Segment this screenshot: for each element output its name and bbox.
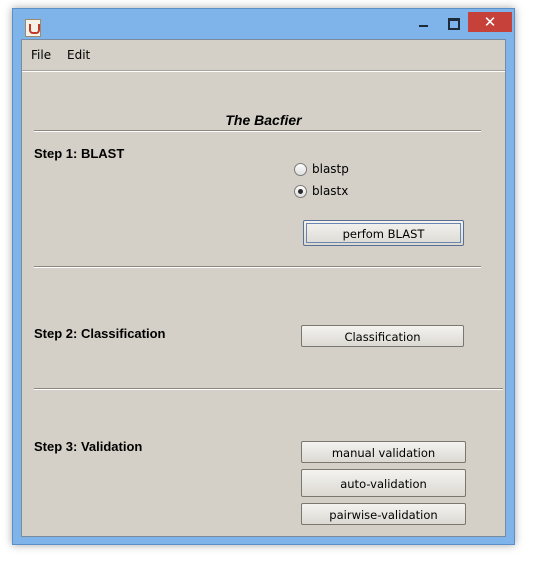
auto-validation-button[interactable]: auto-validation — [301, 469, 466, 497]
classification-button[interactable]: Classification — [301, 325, 464, 347]
pairwise-validation-button[interactable]: pairwise-validation — [301, 503, 466, 525]
menu-edit[interactable]: Edit — [67, 48, 90, 62]
step2-label: Step 2: Classification — [34, 326, 166, 341]
maximize-button[interactable] — [440, 13, 467, 33]
title-bar[interactable]: ✕ — [13, 9, 514, 39]
separator-top — [34, 130, 481, 132]
manual-validation-button[interactable]: manual validation — [301, 441, 466, 463]
radio-blastx-circle[interactable] — [294, 185, 307, 198]
main-panel: The Bacfier Step 1: BLAST blastp blastx … — [22, 71, 505, 536]
radio-blastp-label: blastp — [312, 162, 349, 176]
step1-label: Step 1: BLAST — [34, 146, 125, 161]
minimize-button[interactable] — [410, 13, 437, 33]
step3-label: Step 3: Validation — [34, 439, 143, 454]
client-area: File Edit The Bacfier Step 1: BLAST blas… — [21, 39, 506, 537]
separator-2 — [34, 388, 503, 390]
separator-1 — [34, 266, 481, 268]
perform-blast-button[interactable]: perfom BLAST — [303, 220, 464, 246]
menu-bar: File Edit — [22, 40, 505, 71]
app-window: ✕ File Edit The Bacfier Step 1: BLAST bl… — [12, 8, 515, 545]
menu-file[interactable]: File — [31, 48, 51, 62]
radio-blastx-label: blastx — [312, 184, 349, 198]
close-button[interactable]: ✕ — [468, 12, 512, 32]
java-app-icon — [25, 19, 41, 37]
radio-blastp-circle[interactable] — [294, 163, 307, 176]
app-title: The Bacfier — [225, 112, 302, 128]
